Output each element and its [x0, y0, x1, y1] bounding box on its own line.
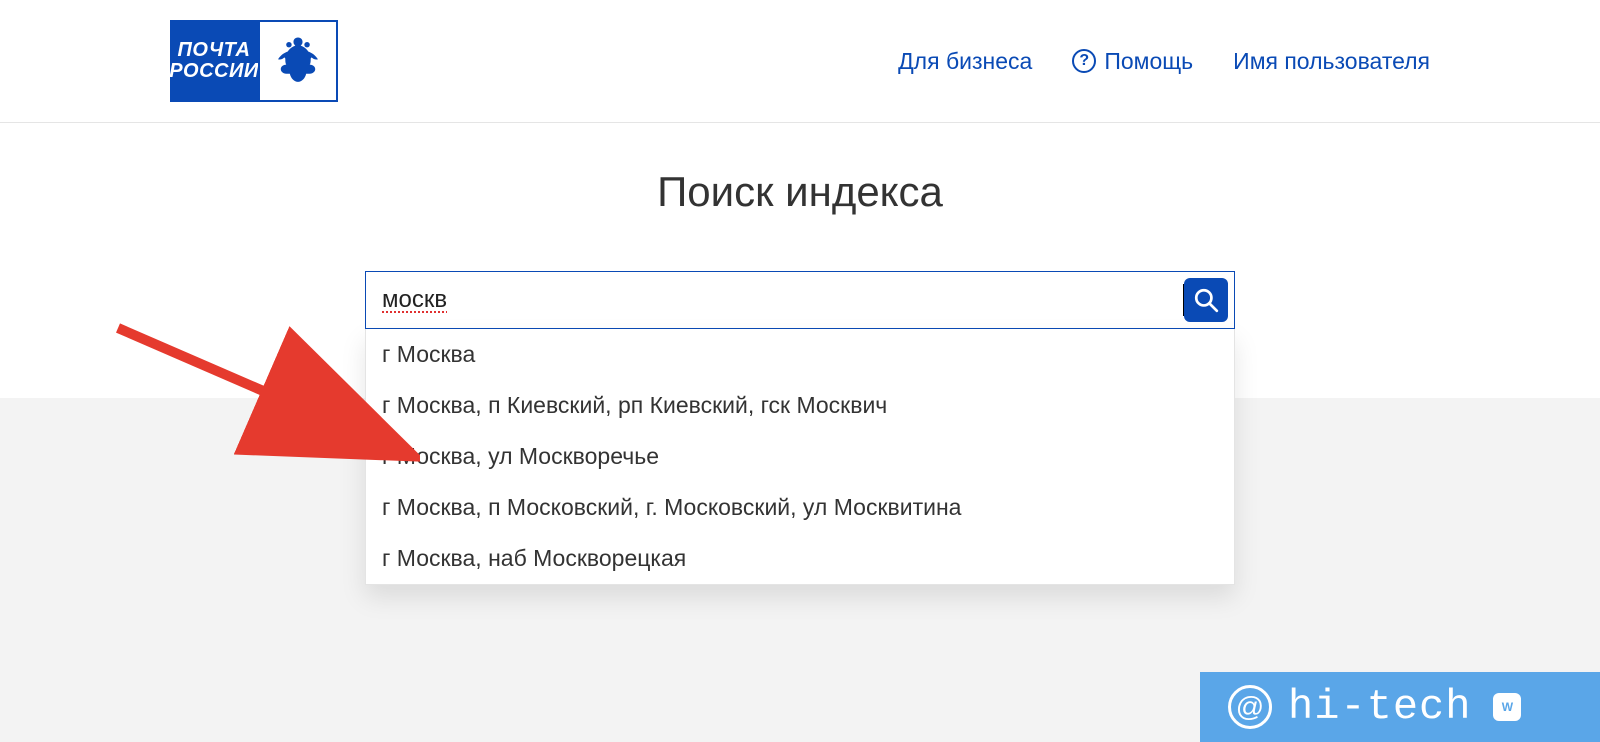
- logo-eagle-icon: [258, 20, 338, 102]
- logo-line2: РОССИИ: [169, 61, 259, 82]
- nav-help-label: Помощь: [1104, 48, 1193, 75]
- suggestion-item[interactable]: г Москва, п Московский, г. Московский, у…: [366, 482, 1234, 533]
- nav-help[interactable]: ? Помощь: [1072, 48, 1193, 75]
- main: Поиск индекса г Москва г Москва, п Киевс…: [0, 168, 1600, 585]
- logo-line1: ПОЧТА: [178, 40, 251, 61]
- header: ПОЧТА РОССИИ Для бизнеса ? Помощь Имя по…: [0, 0, 1600, 123]
- page-title: Поиск индекса: [0, 168, 1600, 216]
- suggestion-item[interactable]: г Москва, наб Москворецкая: [366, 533, 1234, 584]
- help-icon: ?: [1072, 49, 1096, 73]
- at-icon: @: [1228, 685, 1272, 729]
- suggestion-item[interactable]: г Москва, п Киевский, рп Киевский, гск М…: [366, 380, 1234, 431]
- search-button[interactable]: [1184, 278, 1228, 322]
- suggestion-item[interactable]: г Москва: [366, 329, 1234, 380]
- nav: Для бизнеса ? Помощь Имя пользователя: [898, 48, 1430, 75]
- nav-business[interactable]: Для бизнеса: [898, 48, 1032, 75]
- search-icon: [1193, 287, 1219, 313]
- search-input[interactable]: [382, 286, 1187, 314]
- logo-text: ПОЧТА РОССИИ: [170, 20, 258, 102]
- suggestion-item[interactable]: г Москва, ул Москворечье: [366, 431, 1234, 482]
- logo[interactable]: ПОЧТА РОССИИ: [170, 20, 338, 102]
- search: г Москва г Москва, п Киевский, рп Киевск…: [365, 271, 1235, 585]
- vk-icon: W: [1493, 693, 1521, 721]
- hitech-text: hi-tech: [1288, 683, 1471, 731]
- suggestions-dropdown: г Москва г Москва, п Киевский, рп Киевск…: [365, 329, 1235, 585]
- hitech-badge[interactable]: @ hi-tech W: [1200, 672, 1600, 742]
- nav-username[interactable]: Имя пользователя: [1233, 48, 1430, 75]
- search-box: [365, 271, 1235, 329]
